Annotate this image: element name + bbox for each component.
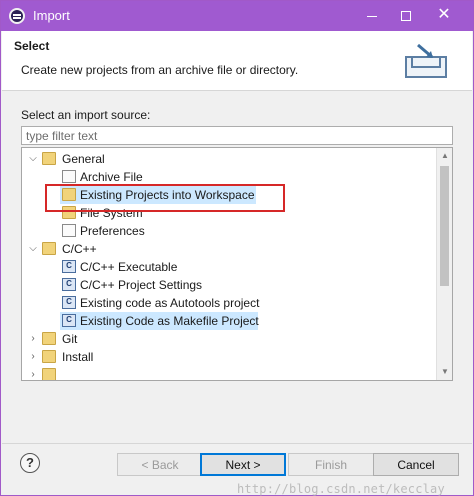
scrollbar-thumb[interactable] xyxy=(440,166,449,286)
tree-item-general[interactable]: ⌵ General xyxy=(24,150,434,168)
archive-file-icon xyxy=(62,170,76,183)
folder-icon xyxy=(42,350,56,363)
import-dialog: Import ✕ Select Create new projects from… xyxy=(0,0,474,496)
minimize-icon xyxy=(367,15,377,17)
folder-icon xyxy=(42,332,56,345)
tree-item-cpp-project-settings[interactable]: C C/C++ Project Settings xyxy=(24,276,434,294)
chevron-down-icon[interactable]: ⌵ xyxy=(28,240,38,258)
tree-item-label: Existing Code as Makefile Project xyxy=(80,314,259,328)
maximize-icon xyxy=(401,11,411,22)
tree-item-label: Git xyxy=(62,332,78,346)
import-banner-icon xyxy=(405,43,447,78)
annotation-highlight-box xyxy=(45,184,285,212)
help-icon[interactable]: ? xyxy=(20,453,40,473)
tree-item-label: C/C++ Executable xyxy=(80,260,178,274)
tree-scrollbar[interactable]: ▲ ▼ xyxy=(436,148,452,380)
scroll-up-icon[interactable]: ▲ xyxy=(437,148,452,164)
cancel-button[interactable]: Cancel xyxy=(373,453,459,476)
chevron-right-icon[interactable]: › xyxy=(28,366,38,380)
minimize-button[interactable] xyxy=(355,1,389,31)
close-icon: ✕ xyxy=(437,6,451,23)
tree-item-git[interactable]: › Git xyxy=(24,330,434,348)
chevron-right-icon[interactable]: › xyxy=(28,348,38,366)
tree-item-cpp-executable[interactable]: C C/C++ Executable xyxy=(24,258,434,276)
tree-item-label: Install xyxy=(62,350,94,364)
c-project-icon: C xyxy=(62,296,76,309)
next-button[interactable]: Next > xyxy=(200,453,286,476)
finish-button[interactable]: Finish xyxy=(288,453,374,476)
tree-item-label: Existing code as Autotools project xyxy=(80,296,260,310)
eclipse-icon xyxy=(9,8,25,24)
tree-item-autotools[interactable]: C Existing code as Autotools project xyxy=(24,294,434,312)
c-executable-icon: C xyxy=(62,260,76,273)
close-button[interactable]: ✕ xyxy=(427,1,461,31)
preferences-icon xyxy=(62,224,76,237)
chevron-right-icon[interactable]: › xyxy=(28,330,38,348)
filter-input[interactable] xyxy=(21,126,453,145)
tree-item-makefile[interactable]: C Existing Code as Makefile Project xyxy=(24,312,434,330)
c-settings-icon: C xyxy=(62,278,76,291)
tree-item-partial[interactable]: › xyxy=(24,366,434,380)
page-title: Select xyxy=(14,39,50,53)
folder-icon xyxy=(42,368,56,380)
maximize-button[interactable] xyxy=(389,1,423,31)
scroll-down-icon[interactable]: ▼ xyxy=(437,364,452,380)
tree-item-label: Preferences xyxy=(80,224,145,238)
import-source-label: Select an import source: xyxy=(21,108,151,122)
wizard-header: Select Create new projects from an archi… xyxy=(2,31,472,91)
tree-item-label: C/C++ xyxy=(62,242,97,256)
c-project-icon: C xyxy=(62,314,76,327)
tree-item-label: C/C++ Project Settings xyxy=(80,278,203,292)
watermark: http://blog.csdn.net/kecclay xyxy=(237,482,445,496)
folder-open-icon xyxy=(42,152,56,165)
page-description: Create new projects from an archive file… xyxy=(21,63,299,77)
import-source-tree[interactable]: ⌵ General Archive File Existing Projects… xyxy=(21,147,453,381)
tree-item-cpp[interactable]: ⌵ C/C++ xyxy=(24,240,434,258)
tree-item-install[interactable]: › Install xyxy=(24,348,434,366)
window-title: Import xyxy=(33,8,70,23)
chevron-down-icon[interactable]: ⌵ xyxy=(28,150,38,168)
footer-divider xyxy=(2,443,472,444)
title-bar[interactable]: Import ✕ xyxy=(1,1,473,31)
folder-open-icon xyxy=(42,242,56,255)
tree-item-label: General xyxy=(62,152,105,166)
back-button[interactable]: < Back xyxy=(117,453,203,476)
tree-item-preferences[interactable]: Preferences xyxy=(24,222,434,240)
